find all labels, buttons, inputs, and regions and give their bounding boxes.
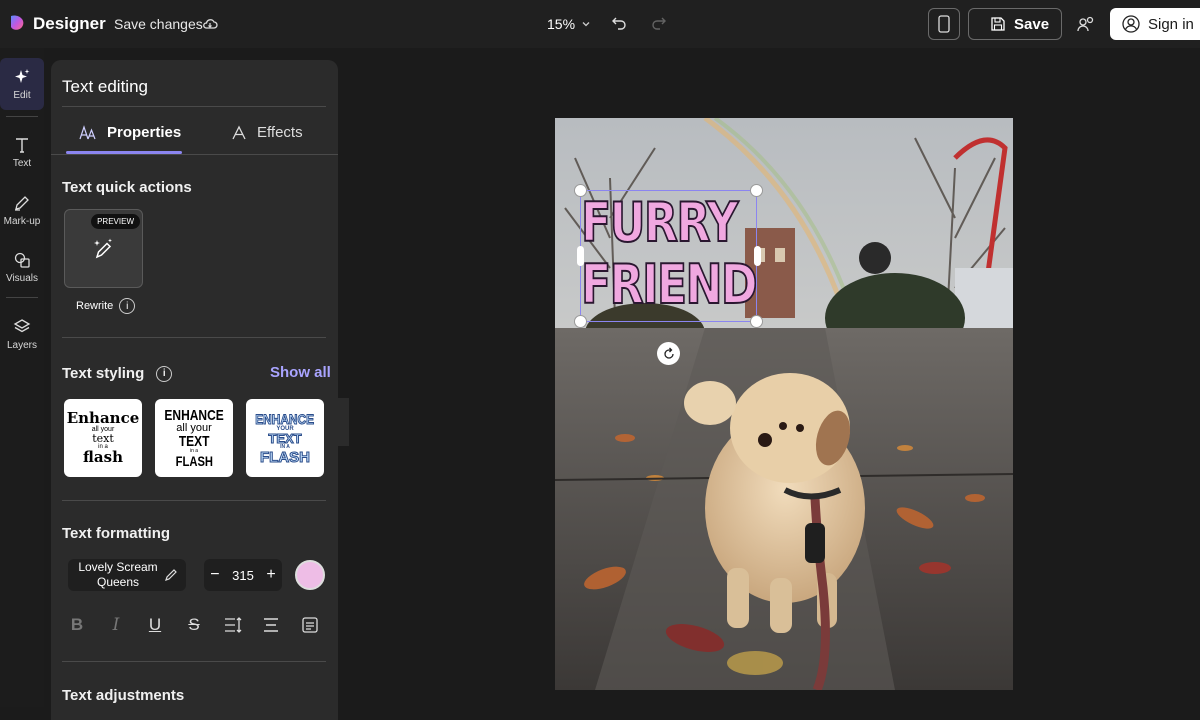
- save-changes-status: Save changes: [114, 16, 203, 32]
- rail-item-visuals[interactable]: Visuals: [0, 241, 44, 293]
- text-color-swatch[interactable]: [295, 560, 325, 590]
- preset-text: FLASH: [175, 453, 213, 469]
- selection-box: [580, 190, 757, 322]
- tab-label: Effects: [257, 124, 303, 141]
- chevron-down-icon: [582, 22, 590, 27]
- rail-item-layers[interactable]: Layers: [0, 308, 44, 360]
- zoom-dropdown[interactable]: 15%: [547, 16, 591, 32]
- designer-logo-icon: [11, 15, 24, 30]
- show-all-link[interactable]: Show all: [270, 364, 331, 381]
- tab-effects[interactable]: Effects: [231, 124, 303, 141]
- resize-handle-bottom-right[interactable]: [750, 315, 763, 328]
- rail-item-edit[interactable]: Edit: [0, 58, 44, 110]
- font-size-icon: [79, 124, 96, 139]
- cloud-sync-icon: [203, 19, 218, 29]
- account-icon: [1122, 15, 1140, 33]
- redo-icon[interactable]: [650, 14, 668, 32]
- divider: [51, 154, 338, 155]
- rail-label: Text: [12, 157, 32, 169]
- style-preset-3[interactable]: ENHANCE YOUR TEXT IN A FLASH: [246, 399, 324, 477]
- phone-icon: [938, 15, 950, 33]
- rotate-icon: [663, 347, 674, 359]
- save-label: Save: [1014, 15, 1050, 33]
- save-button[interactable]: Save: [968, 8, 1062, 40]
- rewrite-card[interactable]: PREVIEW: [64, 209, 143, 288]
- line-spacing-icon[interactable]: [223, 615, 243, 635]
- left-tool-rail: Edit Text Mark-up Visuals Layers: [0, 48, 44, 707]
- preset-text: Enhance: [66, 409, 140, 427]
- tab-properties[interactable]: Properties: [79, 124, 181, 141]
- undo-icon[interactable]: [610, 14, 628, 32]
- magic-pen-icon: [94, 238, 112, 259]
- text-box-icon[interactable]: [300, 615, 320, 635]
- rail-label: Layers: [6, 339, 37, 351]
- share-people-icon[interactable]: [1076, 14, 1096, 34]
- resize-handle-left[interactable]: [577, 246, 584, 266]
- rail-label: Mark-up: [3, 215, 41, 227]
- section-title-formatting: Text formatting: [62, 525, 171, 542]
- preset-text: TEXT: [268, 430, 302, 446]
- align-center-icon[interactable]: [261, 615, 281, 635]
- save-icon: [991, 17, 1005, 31]
- section-title-styling: Text styling i: [62, 365, 173, 382]
- divider: [62, 106, 326, 107]
- text-editing-panel: Text editing Properties Effects Text qui…: [51, 60, 338, 720]
- italic-icon[interactable]: I: [106, 615, 126, 635]
- text-effects-icon: [232, 125, 246, 139]
- decrease-size-button[interactable]: −: [210, 566, 219, 584]
- font-size-stepper[interactable]: − 315 +: [204, 559, 282, 591]
- style-preset-2[interactable]: ENHANCE all your TEXT in a FLASH: [155, 399, 233, 477]
- sparkle-icon: [15, 68, 30, 83]
- rewrite-label: Rewrite: [76, 300, 114, 312]
- rail-item-markup[interactable]: Mark-up: [0, 184, 44, 236]
- pen-icon: [15, 195, 29, 211]
- section-title-adjustments: Text adjustments: [62, 687, 185, 704]
- app-title[interactable]: Designer: [33, 14, 106, 34]
- resize-handle-top-right[interactable]: [750, 184, 763, 197]
- sign-in-label: Sign in: [1148, 15, 1194, 33]
- font-size-value: 315: [232, 567, 254, 583]
- divider: [6, 297, 38, 298]
- preset-text: FLASH: [260, 448, 311, 466]
- layers-icon: [13, 318, 31, 332]
- resize-handle-right[interactable]: [754, 246, 761, 266]
- bold-icon[interactable]: B: [67, 615, 87, 635]
- pencil-icon: [165, 569, 177, 581]
- top-bar: Designer Save changes 15% Save Sign in: [0, 0, 1200, 48]
- increase-size-button[interactable]: +: [266, 566, 275, 584]
- preset-text: flash: [83, 448, 123, 466]
- info-icon[interactable]: i: [156, 365, 173, 382]
- device-preview-button[interactable]: [928, 8, 960, 40]
- rail-item-text[interactable]: Text: [0, 126, 44, 178]
- preview-badge: PREVIEW: [91, 214, 140, 229]
- shapes-icon: [14, 252, 30, 268]
- panel-title: Text editing: [62, 77, 148, 96]
- preset-text: ENHANCE: [255, 410, 315, 427]
- preset-text: TEXT: [178, 433, 210, 450]
- underline-icon[interactable]: U: [145, 615, 165, 635]
- rotate-handle-icon[interactable]: [657, 342, 680, 365]
- sign-in-button[interactable]: Sign in: [1110, 8, 1200, 40]
- divider: [62, 500, 326, 501]
- zoom-value: 15%: [547, 16, 576, 32]
- divider: [6, 116, 38, 117]
- rail-label: Visuals: [5, 272, 39, 284]
- section-title-quick-actions: Text quick actions: [62, 179, 192, 196]
- strikethrough-icon[interactable]: S: [184, 615, 204, 635]
- preset-text: text: [92, 432, 114, 445]
- resize-handle-bottom-left[interactable]: [574, 315, 587, 328]
- style-preset-1[interactable]: Enhance all your text in a flash: [64, 399, 142, 477]
- info-icon[interactable]: i: [119, 298, 136, 314]
- preset-text: ENHANCE: [164, 407, 224, 424]
- rail-label: Edit: [13, 89, 31, 101]
- text-icon: [16, 137, 28, 153]
- divider: [62, 661, 326, 662]
- styling-title: Text styling: [62, 365, 145, 382]
- font-name: Lovely Scream Queens: [78, 560, 158, 589]
- rewrite-label-row: Rewrite i: [76, 298, 136, 314]
- tab-label: Properties: [107, 124, 182, 141]
- font-picker[interactable]: Lovely Scream Queens: [68, 559, 186, 591]
- resize-handle-top-left[interactable]: [574, 184, 587, 197]
- divider: [62, 337, 326, 338]
